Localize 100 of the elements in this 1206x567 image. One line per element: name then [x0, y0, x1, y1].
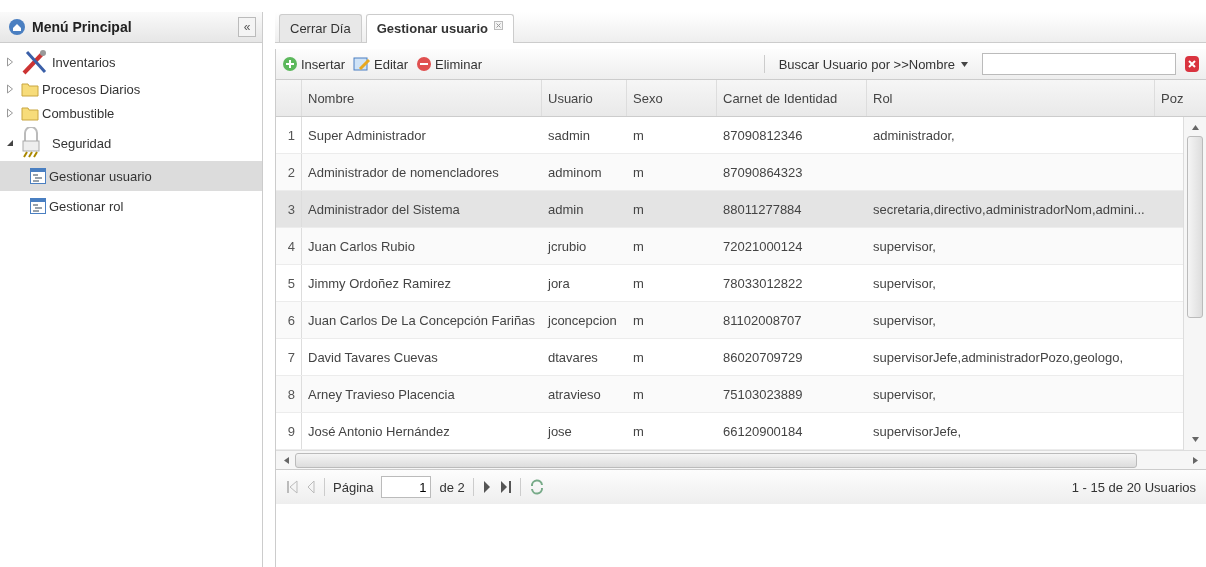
paging-summary: 1 - 15 de 20 Usuarios — [1071, 479, 1196, 495]
row-number: 5 — [276, 265, 302, 301]
table-row[interactable]: 2 Administrador de nomencladores adminom m 87090864323 — [276, 154, 1183, 191]
table-row[interactable]: 6 Juan Carlos De La Concepción Fariñas jconcepcion m 81102008707 supervisor, — [276, 302, 1183, 339]
scroll-up-icon[interactable] — [1191, 125, 1199, 130]
table-cell-text: m — [632, 237, 645, 256]
horizontal-scrollbar[interactable] — [276, 450, 1206, 469]
tree-label: Gestionar usuario — [49, 168, 152, 184]
column-header[interactable]: Rol — [867, 80, 1155, 116]
tree-item[interactable]: Gestionar rol — [0, 191, 262, 221]
table-cell-text: Administrador de nomencladores — [307, 163, 500, 182]
last-page-icon[interactable] — [499, 480, 512, 494]
first-page-icon[interactable] — [286, 480, 298, 494]
page-count: de 2 — [439, 479, 465, 495]
sidebar-title: Menú Principal — [32, 19, 133, 35]
table-cell-text: m — [632, 163, 645, 182]
table-cell-text: m — [632, 126, 645, 145]
table-cell-text: jcrubio — [546, 237, 588, 256]
tree-item[interactable]: Gestionar usuario — [0, 161, 262, 191]
table-cell-text: m — [632, 348, 645, 367]
tree-item[interactable]: Inventarios — [0, 47, 262, 77]
table-cell-text: supervisor, — [872, 237, 937, 256]
previous-page-icon[interactable] — [306, 480, 316, 494]
expander-icon[interactable] — [6, 138, 14, 148]
column-header[interactable]: Nombre — [302, 80, 542, 116]
caret-icon — [961, 61, 968, 67]
table-cell-text: supervisorJefe,administradorPozo,geologo, — [872, 348, 1125, 367]
table-cell-text: m — [632, 385, 645, 404]
row-number: 6 — [276, 302, 302, 338]
table-row[interactable]: 8 Arney Travieso Placencia atravieso m 75103023889 supervisor, — [276, 376, 1183, 413]
table-cell-text: jora — [546, 274, 571, 293]
scroll-down-icon[interactable] — [1191, 437, 1199, 442]
tree-label: Procesos Diarios — [42, 81, 141, 97]
folder-icon — [21, 81, 39, 97]
scroll-right-icon[interactable] — [1193, 456, 1198, 464]
toolbar-button[interactable]: Editar — [353, 56, 409, 72]
folder-icon — [21, 105, 39, 121]
column-header[interactable]: Usuario — [542, 80, 627, 116]
refresh-icon[interactable] — [528, 479, 545, 495]
table-cell-text: m — [632, 200, 645, 219]
table-cell-text: 66120900184 — [722, 422, 804, 441]
tree-item[interactable]: Procesos Diarios — [0, 77, 262, 101]
tree-item[interactable]: Seguridad — [0, 125, 262, 161]
table-cell-text: Administrador del Sistema — [307, 200, 461, 219]
home-icon — [8, 18, 26, 36]
table-cell-text: 75103023889 — [722, 385, 804, 404]
table-cell-text: 88011277884 — [722, 200, 803, 219]
search-by-dropdown[interactable]: Buscar Usuario por >>Nombre — [772, 55, 974, 73]
row-number: 1 — [276, 117, 302, 153]
tree-label: Gestionar rol — [49, 198, 124, 214]
form-icon — [30, 198, 46, 214]
table-row[interactable]: 3 Administrador del Sistema admin m 88011277884 secretaria,directivo,administradorNom,admini... — [276, 191, 1183, 228]
table-cell-text: adminom — [547, 163, 603, 182]
table-cell-text: David Tavares Cuevas — [307, 348, 439, 367]
table-cell-text: Juan Carlos Rubio — [307, 237, 416, 256]
form-icon — [30, 168, 46, 184]
table-cell-text: jconcepcion — [546, 311, 618, 330]
tree-label: Combustible — [42, 105, 115, 121]
tree-item[interactable]: Combustible — [0, 101, 262, 125]
add-icon — [282, 56, 298, 72]
column-header[interactable]: Sexo — [627, 80, 717, 116]
clear-icon[interactable] — [1184, 55, 1200, 73]
table-row[interactable]: 1 Super Administrador sadmin m 87090812346 administrador, — [276, 117, 1183, 154]
table-cell-text: 78033012822 — [722, 274, 804, 293]
row-number: 2 — [276, 154, 302, 190]
table-cell-text: supervisorJefe, — [872, 422, 963, 441]
row-number: 8 — [276, 376, 302, 412]
table-cell-text: José Antonio Hernández — [307, 422, 451, 441]
next-page-icon[interactable] — [481, 480, 492, 494]
table-cell-text: Jimmy Ordoñez Ramirez — [307, 274, 453, 293]
table-cell-text: Arney Travieso Placencia — [307, 385, 456, 404]
table-cell-text: supervisor, — [872, 385, 937, 404]
table-cell-text: secretaria,directivo,administradorNom,admini... — [872, 200, 1146, 219]
tab[interactable]: Cerrar Día — [279, 14, 362, 42]
table-cell-text: dtavares — [547, 348, 599, 367]
collapse-button[interactable]: « — [238, 17, 256, 37]
page-field[interactable]: 1 — [381, 476, 432, 498]
tree-label: Seguridad — [52, 135, 112, 151]
row-number: 7 — [276, 339, 302, 375]
toolbar-button[interactable]: Eliminar — [416, 56, 482, 72]
table-row[interactable]: 5 Jimmy Ordoñez Ramirez jora m 78033012822 supervisor, — [276, 265, 1183, 302]
column-header[interactable]: Poz — [1155, 80, 1206, 116]
table-cell-text: Super Administrador — [307, 126, 427, 145]
search-field[interactable] — [982, 53, 1176, 75]
column-header[interactable]: Carnet de Identidad — [717, 80, 867, 116]
vertical-scrollbar[interactable] — [1183, 117, 1206, 450]
row-number: 4 — [276, 228, 302, 264]
toolbar-button[interactable]: Insertar — [282, 56, 346, 72]
table-cell-text: 81102008707 — [722, 311, 803, 330]
table-row[interactable]: 4 Juan Carlos Rubio jcrubio m 72021000124 supervisor, — [276, 228, 1183, 265]
table-row[interactable]: 7 David Tavares Cuevas dtavares m 86020709729 supervisorJefe,administradorPozo,geologo, — [276, 339, 1183, 376]
scroll-left-icon[interactable] — [284, 456, 289, 464]
close-icon[interactable] — [493, 21, 503, 30]
table-cell-text: admin — [547, 200, 585, 219]
table-cell-text: 87090864323 — [722, 163, 804, 182]
row-number: 9 — [276, 413, 302, 449]
table-row[interactable]: 9 José Antonio Hernández jose m 66120900184 supervisorJefe, — [276, 413, 1183, 450]
row-number: 3 — [276, 191, 302, 227]
tools-icon — [21, 49, 49, 75]
tab[interactable]: Gestionar usuario — [365, 14, 514, 43]
